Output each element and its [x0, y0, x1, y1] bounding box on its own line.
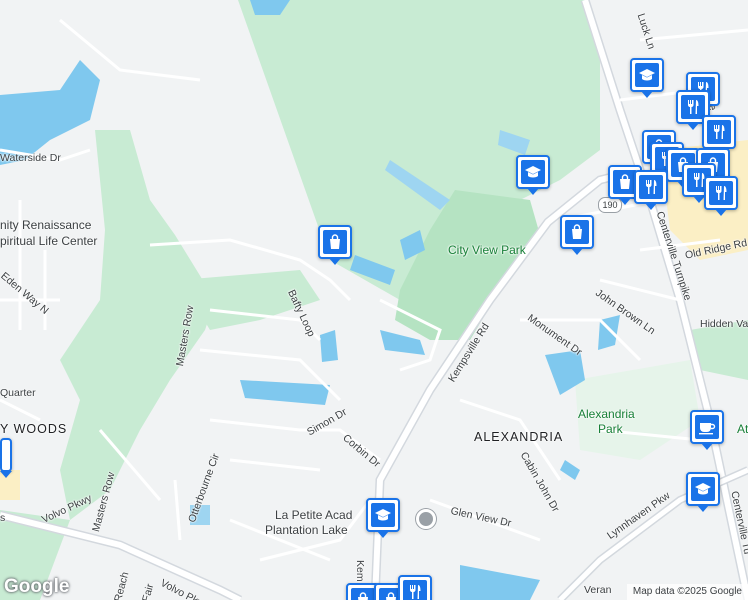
map-canvas[interactable]: Waterside Dr nity Renaissance piritual L…	[0, 0, 748, 600]
school-pin[interactable]	[516, 155, 550, 195]
restaurant-icon	[688, 100, 699, 114]
google-logo: Google	[4, 576, 70, 597]
restaurant-icon	[714, 125, 725, 139]
school-pin[interactable]	[686, 472, 720, 512]
restaurant-icon	[646, 180, 657, 194]
area-label-woods: Y WOODS	[0, 422, 68, 436]
street-label-s-cut: s	[0, 512, 6, 524]
street-label-waterside-dr: Waterside Dr	[0, 152, 61, 164]
school-pin[interactable]	[366, 498, 400, 538]
street-label-hidden-va: Hidden Va	[700, 318, 748, 330]
poi-label-la-petite-1: La Petite Acad	[275, 508, 353, 522]
shopping-bag-icon	[620, 174, 630, 189]
location-marker-icon[interactable]	[416, 509, 436, 529]
map-attribution[interactable]: Map data ©2025 Google	[626, 584, 748, 600]
school-icon	[639, 69, 655, 81]
school-icon	[695, 483, 711, 495]
school-pin[interactable]	[630, 58, 664, 98]
restaurant-pin[interactable]	[702, 115, 736, 155]
park-label-at-cut: At	[737, 422, 748, 436]
poi-label-renaissance-1: nity Renaissance	[0, 218, 92, 232]
restaurant-pin[interactable]	[634, 170, 668, 210]
shopping-bag-icon	[572, 224, 582, 239]
partial-pin[interactable]	[0, 438, 12, 478]
street-label-veran: Veran	[584, 584, 612, 596]
park-label-alexandria-2: Park	[598, 422, 623, 436]
shopping-bag-icon	[330, 234, 340, 249]
street-label-quarter: Quarter	[0, 387, 36, 399]
shopping-bag-icon	[386, 592, 396, 600]
restaurant-pin[interactable]	[704, 176, 738, 216]
cafe-icon	[699, 423, 716, 435]
shopping-bag-pin[interactable]	[318, 225, 352, 265]
park-label-alexandria-1: Alexandria	[578, 407, 635, 421]
street-label-kempsville-short: Kem	[354, 560, 366, 582]
restaurant-icon	[410, 585, 421, 599]
cafe-pin[interactable]	[690, 410, 724, 450]
school-icon	[525, 166, 541, 178]
park-label-city-view: City View Park	[448, 243, 526, 257]
poi-label-la-petite-2: Plantation Lake	[265, 523, 348, 537]
poi-label-renaissance-2: piritual Life Center	[0, 234, 98, 248]
school-icon	[375, 509, 391, 521]
area-label-alexandria: ALEXANDRIA	[474, 430, 564, 444]
shopping-bag-pin[interactable]	[560, 215, 594, 255]
restaurant-icon	[716, 186, 727, 200]
restaurant-pin[interactable]	[398, 575, 432, 600]
shopping-bag-icon	[358, 592, 368, 600]
